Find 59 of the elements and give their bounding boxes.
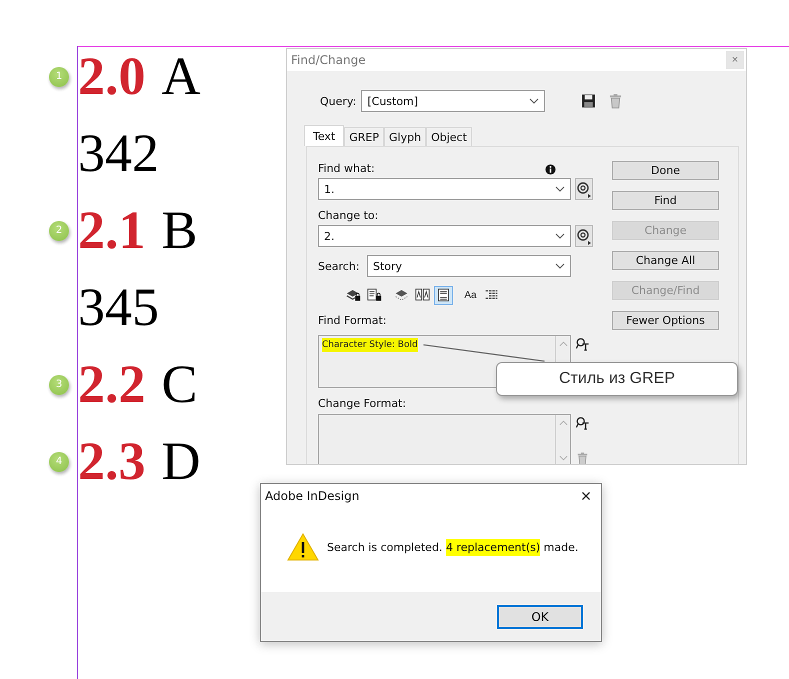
dialog-button[interactable]: Find bbox=[612, 191, 719, 210]
locked-document-icon bbox=[367, 288, 382, 302]
special-characters-icon[interactable] bbox=[575, 178, 593, 200]
pages-icon bbox=[415, 288, 430, 302]
chevron-icon bbox=[529, 98, 540, 104]
close-button[interactable]: × bbox=[571, 485, 601, 507]
step-marker: 4 bbox=[49, 452, 69, 472]
tab[interactable]: GREP bbox=[344, 127, 384, 146]
layers-icon bbox=[394, 288, 409, 302]
step-marker: 1 bbox=[49, 66, 69, 86]
heading-letter: D bbox=[162, 430, 200, 493]
warning-icon bbox=[287, 533, 319, 561]
special-characters-icon[interactable] bbox=[575, 225, 593, 247]
heading-letter: A bbox=[162, 45, 200, 108]
query-label: Query: bbox=[320, 94, 356, 108]
dialog-button[interactable]: Fewer Options bbox=[612, 311, 719, 330]
heading-letter: B bbox=[162, 199, 198, 262]
heading-number: 2.0 bbox=[78, 45, 146, 108]
search-dropdown[interactable]: Story bbox=[367, 255, 571, 277]
search-label: Search: bbox=[318, 260, 360, 272]
find-what-field[interactable]: 1. bbox=[318, 178, 571, 200]
chevron-icon bbox=[555, 233, 565, 239]
locked-layers-icon bbox=[346, 288, 361, 302]
info-icon[interactable] bbox=[545, 164, 556, 174]
find-what-label: Find what: bbox=[318, 163, 375, 175]
close-button[interactable]: × bbox=[726, 51, 744, 69]
tab[interactable]: Object bbox=[426, 127, 472, 146]
format-search-icon[interactable] bbox=[575, 337, 590, 351]
heading-letter: C bbox=[162, 353, 198, 416]
change-format-label: Change Format: bbox=[318, 398, 406, 410]
alert-message: Search is completed. 4 replacement(s) made. bbox=[327, 540, 578, 554]
format-search-icon[interactable] bbox=[575, 416, 590, 430]
ok-button[interactable]: OK bbox=[497, 604, 583, 628]
heading-number: 2.2 bbox=[78, 353, 146, 416]
body-text: 342 bbox=[78, 122, 159, 185]
step-marker: 3 bbox=[49, 374, 69, 394]
footnotes-toggle[interactable] bbox=[434, 286, 453, 304]
case-sensitive-toggle[interactable]: Aa bbox=[461, 286, 480, 304]
window-title: Find/Change bbox=[291, 53, 366, 67]
callout-tooltip: Стиль из GREP bbox=[496, 362, 738, 396]
window-title: Adobe InDesign bbox=[265, 489, 360, 503]
query-dropdown[interactable]: [Custom] bbox=[361, 90, 546, 112]
change-to-label: Change to: bbox=[318, 210, 378, 222]
tab[interactable]: Glyph bbox=[384, 127, 426, 146]
save-icon[interactable] bbox=[581, 93, 596, 109]
dialog-button[interactable]: Change All bbox=[612, 251, 719, 270]
document-icon bbox=[436, 288, 451, 302]
heading-number: 2.1 bbox=[78, 199, 146, 262]
change-to-field[interactable]: 2. bbox=[318, 225, 571, 247]
lines-icon bbox=[484, 288, 499, 302]
chevron-icon bbox=[555, 186, 565, 192]
tab[interactable]: Text bbox=[304, 125, 344, 146]
body-text: 345 bbox=[78, 276, 159, 339]
find-format-label: Find Format: bbox=[318, 315, 387, 327]
step-marker: 2 bbox=[49, 220, 69, 240]
heading-number: 2.3 bbox=[78, 430, 146, 493]
dialog-button[interactable]: Done bbox=[612, 161, 719, 180]
chevron-icon bbox=[555, 263, 565, 269]
format-text: Character Style: Bold bbox=[322, 338, 418, 352]
